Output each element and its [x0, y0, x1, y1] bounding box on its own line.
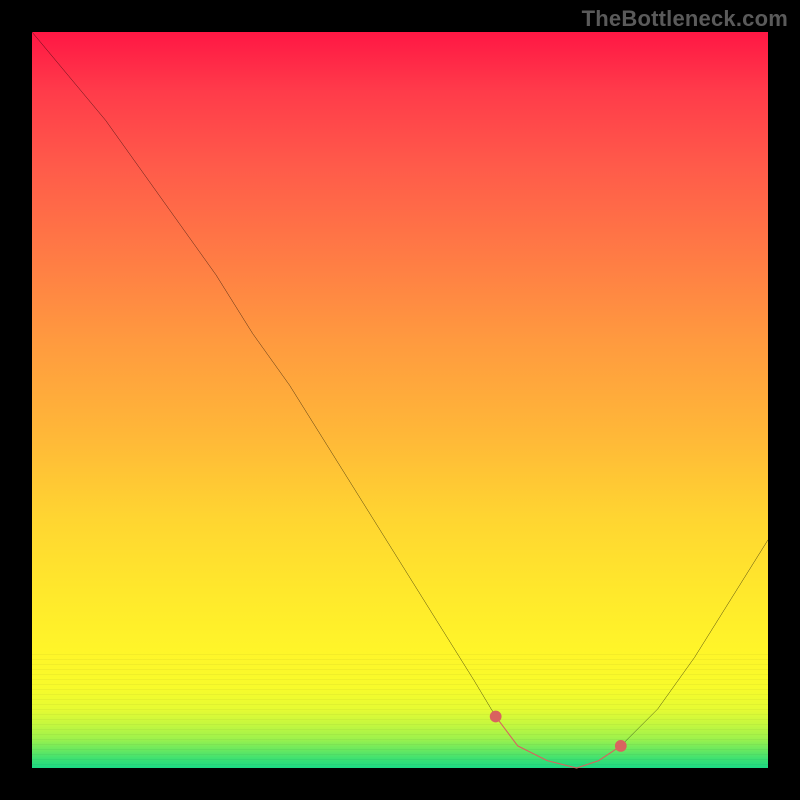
chart-frame: TheBottleneck.com: [0, 0, 800, 800]
watermark-text: TheBottleneck.com: [582, 6, 788, 32]
optimal-range-marker: [32, 32, 768, 768]
marker-end-dot: [615, 740, 627, 752]
marker-start-dot: [490, 711, 502, 723]
marker-path: [496, 716, 621, 768]
